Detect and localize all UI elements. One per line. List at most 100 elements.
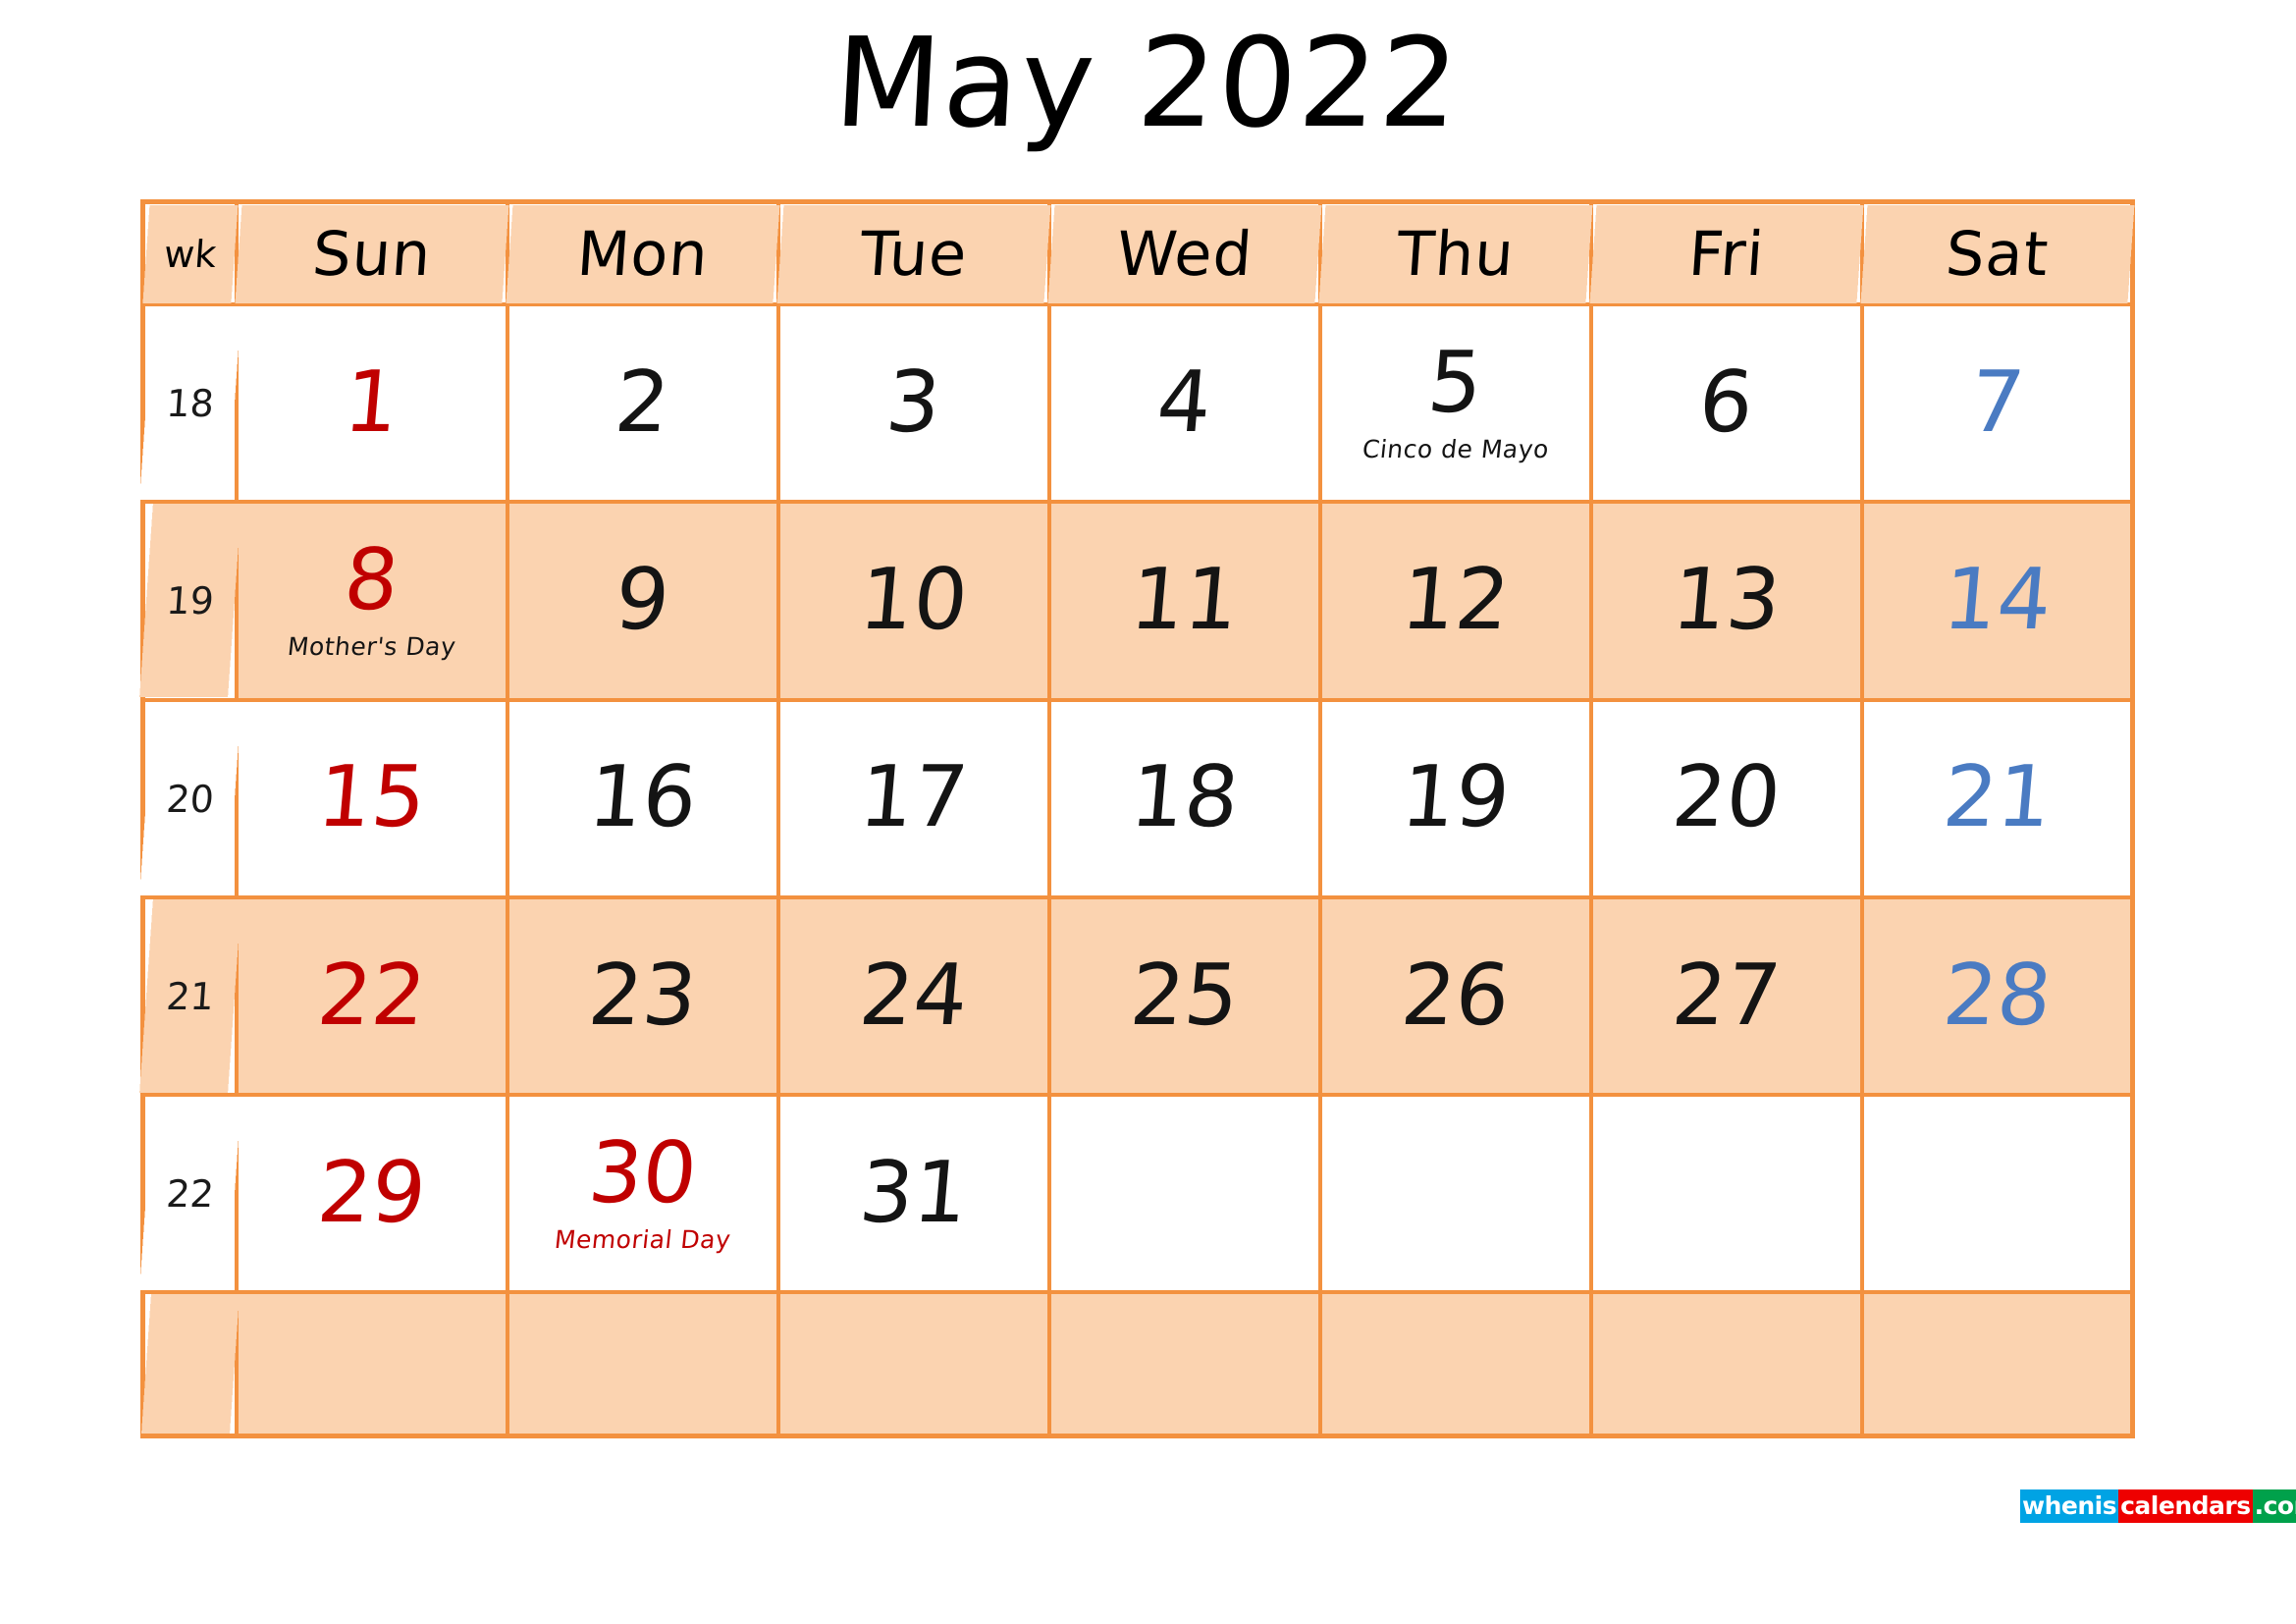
day-cell[interactable]: 12 [1317, 500, 1593, 702]
day-cell[interactable]: 9 [505, 500, 780, 702]
day-cell[interactable]: 27 [1588, 894, 1864, 1098]
day-holiday-label: Cinco de Mayo [1361, 434, 1551, 463]
header-day-mon: Mon [503, 201, 782, 304]
header-day-fri: Fri [1586, 201, 1866, 304]
day-holiday-label: Mother's Day [286, 632, 457, 662]
day-number: 30 [584, 1124, 701, 1223]
day-cell[interactable]: 14 [1859, 500, 2135, 702]
day-cell[interactable]: 24 [775, 894, 1051, 1098]
day-cell[interactable]: 8 Mother's Day [234, 500, 509, 702]
day-cell[interactable]: 22 [234, 894, 509, 1098]
day-content: 2 [509, 306, 776, 500]
day-cell[interactable]: 13 [1588, 500, 1864, 702]
day-cell-empty [775, 1290, 1051, 1438]
day-number: 4 [1152, 352, 1216, 452]
day-content: 1 [239, 306, 506, 500]
day-content: 20 [1593, 702, 1860, 895]
logo-part-calendars: calendars [2118, 1489, 2253, 1523]
day-cell[interactable]: 18 [1046, 697, 1322, 899]
day-cell[interactable]: 25 [1046, 894, 1322, 1098]
day-cell[interactable]: 19 [1317, 697, 1593, 899]
calendar-header: wk Sun Mon Tue Wed Thu Fri Sat [138, 201, 2137, 304]
day-cell[interactable]: 29 [234, 1093, 509, 1295]
day-cell[interactable]: 17 [775, 697, 1051, 899]
day-number: 19 [1397, 748, 1514, 847]
day-content: 16 [509, 702, 776, 895]
day-number: 17 [855, 748, 972, 847]
header-row: wk Sun Mon Tue Wed Thu Fri Sat [138, 201, 2137, 304]
day-cell[interactable]: 16 [505, 697, 780, 899]
day-number: 31 [855, 1143, 972, 1242]
day-cell-empty [1859, 1290, 2135, 1438]
calendar-table: wk Sun Mon Tue Wed Thu Fri Sat 18 1 2 3 4 5 Ci… [135, 199, 2137, 1438]
day-holiday-label: Memorial Day [553, 1224, 732, 1254]
day-content: 15 [239, 702, 506, 895]
day-number: 10 [855, 551, 972, 650]
page-title: May 2022 [830, 11, 1465, 155]
calendar-week-row: 18 1 2 3 4 5 Cinco de Mayo 6 7 [135, 301, 2135, 505]
day-content: 23 [509, 899, 776, 1093]
day-cell[interactable]: 20 [1588, 697, 1864, 899]
day-cell[interactable]: 2 [505, 301, 780, 505]
day-number: 16 [584, 748, 701, 847]
day-number: 11 [1126, 551, 1243, 650]
day-content: 21 [1864, 702, 2131, 895]
day-cell[interactable]: 15 [234, 697, 509, 899]
day-cell[interactable]: 7 [1859, 301, 2135, 505]
day-number: 18 [1126, 748, 1243, 847]
day-cell[interactable]: 26 [1317, 894, 1593, 1098]
day-content: 4 [1051, 306, 1318, 500]
week-number-cell: 22 [135, 1095, 243, 1293]
day-cell[interactable]: 11 [1046, 500, 1322, 702]
site-logo[interactable]: whenis calendars .com [2020, 1489, 2296, 1523]
day-cell-empty [234, 1290, 509, 1438]
header-day-tue: Tue [774, 201, 1053, 304]
day-content: 22 [239, 899, 506, 1093]
day-cell[interactable]: 21 [1859, 697, 2135, 899]
day-number: 2 [611, 352, 674, 452]
day-content: 3 [780, 306, 1047, 500]
day-content: 17 [780, 702, 1047, 895]
day-content: 10 [780, 504, 1047, 697]
day-content: 29 [239, 1097, 506, 1290]
day-cell[interactable]: 1 [234, 301, 509, 505]
day-content: 25 [1051, 899, 1318, 1093]
day-cell[interactable]: 4 [1046, 301, 1322, 505]
day-cell-empty [1588, 1290, 1864, 1438]
day-cell-empty [1588, 1093, 1864, 1295]
logo-part-whenis: whenis [2020, 1489, 2119, 1523]
header-day-wed: Wed [1044, 201, 1324, 304]
day-cell[interactable]: 5 Cinco de Mayo [1317, 301, 1593, 505]
day-cell[interactable]: 6 [1588, 301, 1864, 505]
day-content: 26 [1322, 899, 1589, 1093]
day-number: 29 [313, 1143, 430, 1242]
day-content: 14 [1864, 504, 2131, 697]
week-number-cell: 18 [135, 304, 243, 503]
day-number: 26 [1397, 946, 1514, 1045]
day-number: 8 [340, 531, 403, 630]
day-content: 30 Memorial Day [509, 1097, 776, 1290]
day-number: 3 [881, 352, 945, 452]
header-day-sat: Sat [1857, 201, 2137, 304]
day-cell[interactable]: 28 [1859, 894, 2135, 1098]
day-cell[interactable]: 3 [775, 301, 1051, 505]
day-cell-empty [1317, 1290, 1593, 1438]
day-content: 5 Cinco de Mayo [1322, 306, 1589, 500]
day-cell[interactable]: 30 Memorial Day [505, 1093, 780, 1295]
calendar-body: 18 1 2 3 4 5 Cinco de Mayo 6 7 19 8 Mother's Day 9 10… [135, 301, 2135, 1438]
day-number: 21 [1939, 748, 2056, 847]
day-cell[interactable]: 31 [775, 1093, 1051, 1295]
day-number: 23 [584, 946, 701, 1045]
day-cell[interactable]: 10 [775, 500, 1051, 702]
day-content: 6 [1593, 306, 1860, 500]
day-number: 22 [313, 946, 430, 1045]
day-cell-empty [1046, 1290, 1322, 1438]
calendar-week-row: 22 29 30 Memorial Day 31 [135, 1093, 2135, 1295]
day-number: 1 [340, 352, 403, 452]
calendar-week-row: 21 22 23 24 25 26 27 28 [135, 894, 2135, 1098]
day-number: 12 [1397, 551, 1514, 650]
day-cell[interactable]: 23 [505, 894, 780, 1098]
header-week-label: wk [138, 201, 240, 304]
day-number: 5 [1423, 334, 1487, 433]
day-content: 11 [1051, 504, 1318, 697]
